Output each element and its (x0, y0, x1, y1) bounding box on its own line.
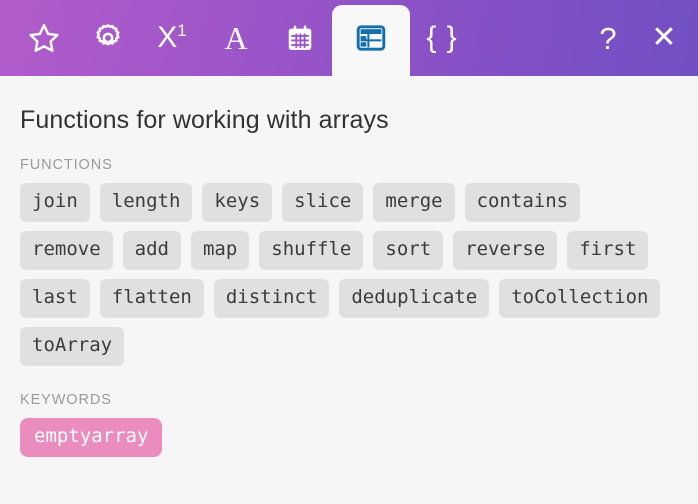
function-chip[interactable]: flatten (99, 279, 204, 318)
calendar-icon (285, 23, 315, 53)
function-chip[interactable]: contains (464, 183, 581, 222)
page-title: Functions for working with arrays (20, 106, 389, 134)
function-chip[interactable]: map (190, 231, 250, 270)
functions-chip-list: join length keys slice merge contains remove ad… (20, 183, 678, 366)
function-chip[interactable]: toArray (20, 327, 125, 366)
tab-date[interactable] (268, 0, 332, 76)
function-chip[interactable]: toCollection (499, 279, 661, 318)
tab-math[interactable]: X1 (140, 0, 204, 76)
tab-text[interactable]: A (204, 0, 268, 76)
function-chip[interactable]: reverse (453, 231, 558, 270)
tab-favorites[interactable] (12, 0, 76, 76)
close-icon: ✕ (651, 21, 677, 54)
keywords-section-label: KEYWORDS (20, 392, 112, 408)
function-chip[interactable]: length (99, 183, 193, 222)
functions-section-label: FUNCTIONS (20, 157, 113, 173)
letter-a-icon: A (224, 20, 248, 56)
function-chip[interactable]: first (567, 231, 649, 270)
function-chip[interactable]: distinct (213, 279, 330, 318)
tab-objects[interactable]: { } (410, 0, 474, 76)
tab-settings[interactable] (76, 0, 140, 76)
function-chip[interactable]: merge (373, 183, 455, 222)
question-mark-icon: ? (599, 20, 617, 56)
gear-icon (92, 22, 124, 54)
function-chip[interactable]: last (20, 279, 90, 318)
function-chip[interactable]: deduplicate (339, 279, 490, 318)
curly-braces-icon: { } (426, 21, 458, 54)
function-chip[interactable]: sort (373, 231, 444, 270)
function-chip[interactable]: remove (20, 231, 113, 270)
star-icon (27, 21, 61, 55)
app-window: X1 A {} ? ✕ Functions for working with … (0, 0, 698, 504)
function-chip[interactable]: keys (202, 183, 273, 222)
function-chip[interactable]: join (20, 183, 90, 222)
function-chip[interactable]: add (122, 231, 181, 270)
exponent-icon: X1 (157, 21, 187, 54)
tab-arrays[interactable] (332, 0, 410, 80)
function-chip[interactable]: slice (282, 183, 364, 222)
keyword-chip[interactable]: emptyarray (20, 418, 163, 457)
content-panel: Functions for working with arrays FUNCTI… (0, 76, 698, 457)
help-button[interactable]: ? (580, 0, 636, 76)
function-chip[interactable]: shuffle (259, 231, 364, 270)
keywords-chip-list: emptyarray (20, 418, 678, 457)
category-toolbar: X1 A {} ? ✕ (0, 0, 698, 80)
close-button[interactable]: ✕ (636, 0, 698, 76)
table-grid-icon (355, 22, 387, 54)
